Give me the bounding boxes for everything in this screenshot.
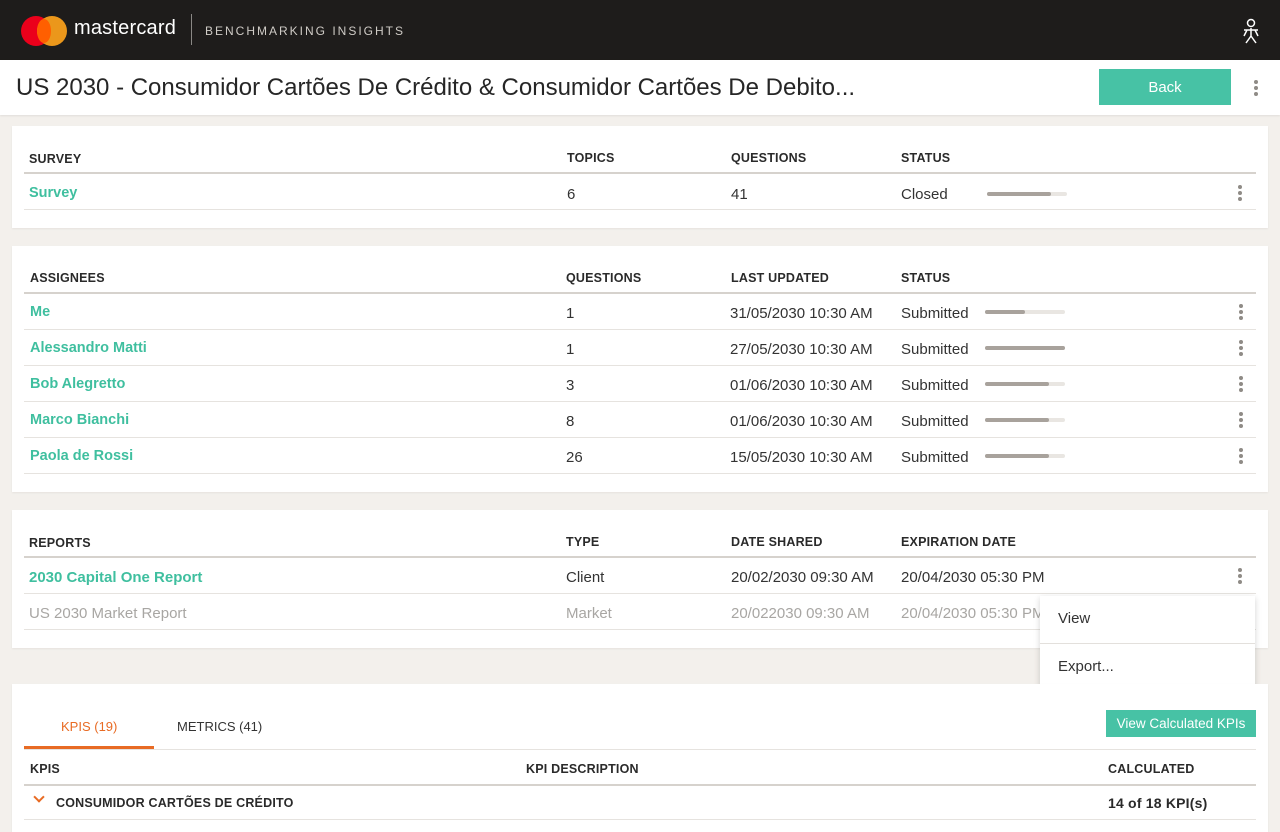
row-more-options-icon[interactable] <box>1233 446 1249 466</box>
report-expiration-date: 20/04/2030 05:30 PM <box>901 569 1045 586</box>
header-divider <box>191 14 192 45</box>
assignee-last-updated: 01/06/2030 10:30 AM <box>730 377 873 394</box>
assignee-link[interactable]: Bob Alegretto <box>30 376 125 392</box>
progress-bar <box>985 310 1065 314</box>
report-type: Market <box>566 605 612 622</box>
column-header-status: STATUS <box>901 271 951 285</box>
row-divider <box>24 209 1256 210</box>
column-header-topics: TOPICS <box>567 151 615 165</box>
assignee-status: Submitted <box>901 413 969 430</box>
report-type: Client <box>566 569 605 586</box>
page-title: US 2030 - Consumidor Cartões De Crédito … <box>16 74 856 101</box>
progress-bar <box>987 192 1067 196</box>
tab-kpis[interactable]: KPIS (19) <box>61 719 117 734</box>
row-divider <box>24 401 1256 402</box>
assignee-questions: 1 <box>566 341 575 358</box>
page-more-options-icon[interactable] <box>1248 78 1264 98</box>
report-date-shared: 20/022030 09:30 AM <box>731 605 870 622</box>
mastercard-logo-icon[interactable] <box>21 16 67 46</box>
kpi-group-name[interactable]: CONSUMIDOR CARTÕES DE CRÉDITO <box>56 796 294 810</box>
assignee-link[interactable]: Alessandro Matti <box>30 340 147 356</box>
menu-item-view[interactable]: View <box>1058 610 1090 627</box>
assignee-last-updated: 01/06/2030 10:30 AM <box>730 413 873 430</box>
survey-link[interactable]: Survey <box>29 185 77 201</box>
topics-count: 6 <box>567 186 576 203</box>
row-context-menu: View Export... <box>1040 596 1255 691</box>
tabs-divider <box>24 749 1256 750</box>
column-header-questions: QUESTIONS <box>566 271 642 285</box>
menu-divider <box>1040 643 1255 644</box>
assignee-questions: 26 <box>566 449 583 466</box>
brand-name: mastercard <box>74 17 177 39</box>
top-navigation-bar: mastercard BENCHMARKING INSIGHTS <box>0 0 1280 60</box>
column-header-date-shared: DATE SHARED <box>731 535 823 549</box>
progress-bar <box>985 382 1065 386</box>
assignee-status: Submitted <box>901 305 969 322</box>
page-header: US 2030 - Consumidor Cartões De Crédito … <box>0 60 1280 115</box>
column-header-assignees: ASSIGNEES <box>30 271 105 285</box>
column-header-survey: SURVEY <box>29 152 82 166</box>
assignee-link[interactable]: Me <box>30 304 50 320</box>
column-header-type: TYPE <box>566 535 600 549</box>
user-profile-icon[interactable] <box>1240 18 1262 44</box>
header-divider <box>24 172 1256 174</box>
header-divider <box>24 556 1256 558</box>
assignee-questions: 3 <box>566 377 575 394</box>
assignee-questions: 1 <box>566 305 575 322</box>
row-more-options-icon[interactable] <box>1233 410 1249 430</box>
column-header-kpi-description: KPI DESCRIPTION <box>526 762 639 776</box>
column-header-questions: QUESTIONS <box>731 151 807 165</box>
assignee-link[interactable]: Marco Bianchi <box>30 412 129 428</box>
row-divider <box>24 473 1256 474</box>
report-link[interactable]: 2030 Capital One Report <box>29 569 202 586</box>
column-header-expiration-date: EXPIRATION DATE <box>901 535 1017 549</box>
assignee-last-updated: 31/05/2030 10:30 AM <box>730 305 873 322</box>
assignee-status: Submitted <box>901 449 969 466</box>
chevron-down-icon[interactable] <box>33 791 45 803</box>
row-more-options-icon[interactable] <box>1232 183 1248 203</box>
kpi-group-calculated: 14 of 18 KPI(s) <box>1108 795 1208 811</box>
assignee-link[interactable]: Paola de Rossi <box>30 448 133 464</box>
row-divider <box>24 819 1256 820</box>
tab-metrics[interactable]: METRICS (41) <box>177 719 262 734</box>
row-divider <box>24 437 1256 438</box>
column-header-status: STATUS <box>901 151 951 165</box>
assignee-questions: 8 <box>566 413 575 430</box>
menu-item-export[interactable]: Export... <box>1058 658 1114 675</box>
questions-count: 41 <box>731 186 748 203</box>
assignee-status: Submitted <box>901 377 969 394</box>
column-header-kpis: KPIS <box>30 762 60 776</box>
progress-bar <box>985 454 1065 458</box>
assignees-card: ASSIGNEES QUESTIONS LAST UPDATED STATUS … <box>12 246 1268 492</box>
header-divider <box>24 784 1256 786</box>
assignee-last-updated: 27/05/2030 10:30 AM <box>730 341 873 358</box>
row-more-options-icon[interactable] <box>1233 302 1249 322</box>
back-button[interactable]: Back <box>1099 69 1231 105</box>
assignee-last-updated: 15/05/2030 10:30 AM <box>730 449 873 466</box>
report-date-shared: 20/02/2030 09:30 AM <box>731 569 874 586</box>
view-calculated-kpis-button[interactable]: View Calculated KPIs <box>1106 710 1256 737</box>
row-more-options-icon[interactable] <box>1233 338 1249 358</box>
status-text: Closed <box>901 186 948 203</box>
column-header-last-updated: LAST UPDATED <box>731 271 829 285</box>
header-divider <box>24 292 1256 294</box>
row-more-options-icon[interactable] <box>1232 566 1248 586</box>
progress-bar <box>985 346 1065 350</box>
row-divider <box>24 365 1256 366</box>
survey-card: SURVEY TOPICS QUESTIONS STATUS Survey 6 … <box>12 126 1268 228</box>
report-expiration-date: 20/04/2030 05:30 PM <box>901 605 1045 622</box>
row-divider <box>24 593 1256 594</box>
column-header-calculated: CALCULATED <box>1108 762 1195 776</box>
row-divider <box>24 329 1256 330</box>
product-name: BENCHMARKING INSIGHTS <box>205 24 406 38</box>
column-header-reports: REPORTS <box>29 536 91 550</box>
kpis-card: KPIS (19) METRICS (41) View Calculated K… <box>12 684 1268 832</box>
report-link-disabled[interactable]: US 2030 Market Report <box>29 605 187 622</box>
row-more-options-icon[interactable] <box>1233 374 1249 394</box>
progress-bar <box>985 418 1065 422</box>
assignee-status: Submitted <box>901 341 969 358</box>
